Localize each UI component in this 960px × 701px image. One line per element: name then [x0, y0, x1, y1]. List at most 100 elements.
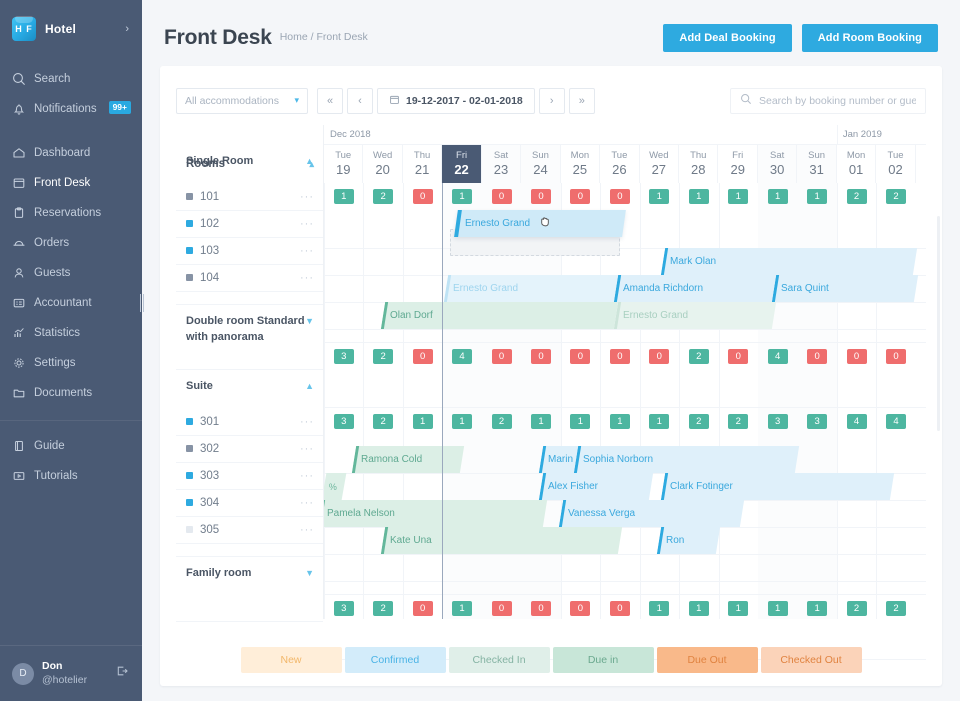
sidebar-item-documents[interactable]: Documents [0, 378, 142, 408]
last-period-button[interactable]: » [568, 87, 595, 114]
availability-badge[interactable]: 1 [452, 601, 473, 616]
day-header-cell[interactable]: Thu 28 [679, 145, 719, 183]
sidebar-item-settings[interactable]: Settings [0, 348, 142, 378]
availability-badge[interactable]: 1 [767, 601, 788, 616]
availability-badge[interactable]: 2 [373, 349, 394, 364]
availability-badge[interactable]: 2 [373, 189, 394, 204]
room-row-label[interactable]: 104 ··· [176, 264, 324, 291]
availability-badge[interactable]: 0 [570, 601, 591, 616]
availability-badge[interactable]: 1 [530, 414, 551, 429]
availability-badge[interactable]: 4 [767, 349, 788, 364]
legend-item[interactable]: Due Out [656, 647, 758, 673]
availability-badge[interactable]: 1 [728, 189, 749, 204]
availability-badge[interactable]: 0 [886, 349, 907, 364]
booking-bar[interactable]: Mark Olan [661, 248, 918, 275]
day-header-cell[interactable]: Fri 29 [719, 145, 758, 183]
day-header-cell[interactable]: Fri 22 [442, 145, 482, 183]
availability-badge[interactable]: 0 [491, 601, 512, 616]
availability-badge[interactable]: 3 [333, 414, 354, 429]
prev-period-button[interactable]: ‹ [347, 87, 373, 114]
sidebar-item-accountant[interactable]: Accountant [0, 288, 142, 318]
search-box[interactable] [730, 87, 926, 114]
sidebar-item-guests[interactable]: Guests [0, 258, 142, 288]
availability-badge[interactable]: 1 [452, 189, 473, 204]
availability-badge[interactable]: 0 [728, 349, 749, 364]
vertical-scrollbar[interactable] [937, 216, 940, 431]
room-row-label[interactable]: 302 ··· [176, 435, 324, 462]
room-group-header[interactable]: Double room Standard with panorama ▼ [176, 305, 324, 365]
availability-badge[interactable]: 1 [609, 414, 630, 429]
availability-badge[interactable]: 0 [570, 349, 591, 364]
availability-badge[interactable]: 0 [412, 189, 433, 204]
availability-badge[interactable]: 0 [807, 349, 828, 364]
day-header-cell[interactable]: Sat 30 [757, 145, 798, 183]
availability-badge[interactable]: 4 [886, 414, 907, 429]
next-period-button[interactable]: › [538, 87, 565, 114]
logout-icon[interactable] [115, 664, 129, 683]
sidebar-item-orders[interactable]: Orders [0, 228, 142, 258]
availability-badge[interactable]: 0 [412, 601, 433, 616]
booking-bar[interactable]: Marin [538, 446, 579, 473]
sidebar-item-search[interactable]: Search [0, 64, 142, 94]
room-row-label[interactable]: 101 ··· [176, 183, 324, 210]
booking-bar[interactable]: Ernesto Grand [444, 275, 619, 302]
availability-badge[interactable]: 0 [609, 349, 630, 364]
day-header-cell[interactable]: Tue 02 [876, 145, 916, 183]
availability-badge[interactable]: 0 [846, 349, 867, 364]
booking-bar[interactable]: Sophia Norborn [574, 446, 800, 473]
day-header-cell[interactable]: Mon 25 [561, 145, 601, 183]
availability-badge[interactable]: 2 [688, 414, 709, 429]
day-header-cell[interactable]: Mon 01 [837, 145, 877, 183]
sidebar-item-reservations[interactable]: Reservations [0, 198, 142, 228]
date-range-picker[interactable]: 19-12-2017 - 02-01-2018 [377, 87, 535, 114]
availability-badge[interactable]: 0 [530, 189, 551, 204]
availability-badge[interactable]: 0 [491, 349, 512, 364]
accommodation-filter-select[interactable]: All accommodations ▾ [176, 87, 308, 114]
room-row-label[interactable]: 303 ··· [176, 462, 324, 489]
availability-badge[interactable]: 1 [649, 601, 670, 616]
availability-badge[interactable]: 0 [491, 189, 512, 204]
booking-bar[interactable]: Vanessa Verga [558, 500, 745, 527]
legend-item[interactable]: Confirmed [344, 647, 446, 673]
availability-badge[interactable]: 1 [767, 189, 788, 204]
day-header-cell[interactable]: Sun 24 [521, 145, 561, 183]
booking-bar[interactable]: Kate Una [381, 527, 622, 554]
availability-badge[interactable]: 2 [373, 414, 394, 429]
availability-badge[interactable]: 1 [452, 414, 473, 429]
booking-bar[interactable]: Ron [657, 527, 721, 554]
availability-badge[interactable]: 2 [846, 189, 867, 204]
availability-badge[interactable]: 4 [452, 349, 473, 364]
chevron-right-icon[interactable]: › [125, 23, 129, 35]
chevron-down-icon[interactable]: ▼ [305, 314, 314, 328]
legend-item[interactable]: Checked In [448, 647, 550, 673]
legend-item[interactable]: Due in [552, 647, 654, 673]
booking-bar[interactable]: Clark Fotinger [661, 473, 895, 500]
booking-bar[interactable]: Pamela Nelson [317, 500, 548, 527]
user-profile[interactable]: D Don @hotelier [0, 645, 142, 701]
legend-item[interactable]: New [240, 647, 342, 673]
availability-badge[interactable]: 0 [649, 349, 670, 364]
day-header-cell[interactable]: Thu 21 [403, 145, 443, 183]
discount-tag[interactable]: % [321, 473, 347, 500]
availability-badge[interactable]: 3 [333, 349, 354, 364]
availability-badge[interactable]: 2 [886, 189, 907, 204]
first-period-button[interactable]: « [317, 87, 343, 114]
availability-badge[interactable]: 1 [649, 189, 670, 204]
availability-badge[interactable]: 2 [373, 601, 394, 616]
room-group-header[interactable]: Single Room ▲ [176, 145, 324, 172]
sidebar-item-tutorials[interactable]: Tutorials [0, 461, 142, 491]
availability-badge[interactable]: 1 [649, 414, 670, 429]
availability-badge[interactable]: 1 [728, 601, 749, 616]
availability-badge[interactable]: 1 [807, 601, 828, 616]
sidebar-item-guide[interactable]: Guide [0, 431, 142, 461]
legend-item[interactable]: Checked Out [760, 647, 862, 673]
booking-bar[interactable]: Olan Dorf [381, 302, 619, 329]
booking-bar[interactable]: Sara Quint [771, 275, 918, 302]
sidebar-item-notifications[interactable]: Notifications 99+ [0, 94, 142, 124]
room-group-header[interactable]: Family room ▼ [176, 557, 324, 584]
availability-badge[interactable]: 1 [807, 189, 828, 204]
booking-bar[interactable]: Ramona Cold [351, 446, 465, 473]
availability-badge[interactable]: 2 [728, 414, 749, 429]
search-input[interactable] [759, 94, 916, 107]
availability-badge[interactable]: 2 [846, 601, 867, 616]
